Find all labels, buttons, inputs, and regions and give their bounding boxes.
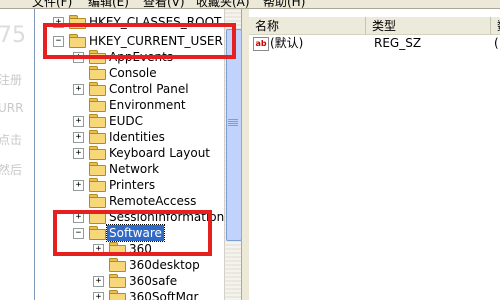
background-page: 75 注册 URR 点击 然后 xyxy=(0,9,34,300)
background-fragment: 75 xyxy=(0,23,26,48)
value-data[interactable]: ( xyxy=(494,35,499,51)
tree-node-label[interactable]: Keyboard Layout xyxy=(109,145,210,161)
tree-node-label[interactable]: EUDC xyxy=(109,113,143,129)
values-pane[interactable] xyxy=(249,9,500,300)
folder-icon xyxy=(89,98,106,112)
value-name[interactable]: (默认) xyxy=(270,35,303,51)
tree-node-label[interactable]: Network xyxy=(109,161,159,177)
expand-icon[interactable]: + xyxy=(73,132,84,143)
tree-node-label[interactable]: 360safe xyxy=(129,273,177,289)
tree-node-label[interactable]: Control Panel xyxy=(109,81,189,97)
value-type[interactable]: REG_SZ xyxy=(374,35,421,51)
expand-icon[interactable]: + xyxy=(73,84,84,95)
folder-icon xyxy=(89,130,106,144)
folder-icon xyxy=(109,258,126,272)
folder-icon xyxy=(89,146,106,160)
tree-node-label[interactable]: Printers xyxy=(109,177,155,193)
scrollbar-grip-icon xyxy=(228,119,238,127)
tree-node-label[interactable]: RemoteAccess xyxy=(109,193,196,209)
folder-icon xyxy=(89,114,106,128)
menu-file[interactable]: 文件(F) xyxy=(32,0,72,8)
expand-icon[interactable]: + xyxy=(73,116,84,127)
menu-edit[interactable]: 编辑(E) xyxy=(88,0,129,8)
folder-icon xyxy=(89,82,106,96)
tree-node-label[interactable]: Console xyxy=(109,65,157,81)
folder-icon xyxy=(89,162,106,176)
background-fragment: 注册 xyxy=(0,73,23,87)
column-header-type[interactable]: 类型 xyxy=(366,17,491,35)
menu-favorites[interactable]: 收藏夹(A) xyxy=(196,0,250,8)
tree-node-label[interactable]: 360SoftMgr xyxy=(129,289,199,300)
folder-icon xyxy=(109,274,126,288)
expand-icon[interactable]: + xyxy=(73,148,84,159)
string-value-icon: ab xyxy=(253,37,269,51)
background-fragment: URR xyxy=(0,101,24,115)
folder-icon xyxy=(89,66,106,80)
expand-icon[interactable]: + xyxy=(93,276,104,287)
tree-node-label[interactable]: Identities xyxy=(109,129,165,145)
tree-node-label[interactable]: 360desktop xyxy=(129,257,200,273)
menu-bar: 文件(F) 编辑(E) 查看(V) 收藏夹(A) 帮助(H) xyxy=(0,0,500,9)
menu-view[interactable]: 查看(V) xyxy=(143,0,185,8)
menu-help[interactable]: 帮助(H) xyxy=(263,0,305,8)
background-fragment: 点击 xyxy=(0,133,23,147)
annotation-box-software xyxy=(53,210,212,256)
folder-icon xyxy=(89,178,106,192)
column-header-data[interactable]: 数 xyxy=(491,17,500,35)
expand-icon[interactable]: + xyxy=(73,180,84,191)
tree-node-label[interactable]: Environment xyxy=(109,97,186,113)
column-header-name[interactable]: 名称 xyxy=(249,17,366,35)
folder-icon xyxy=(89,194,106,208)
folder-icon xyxy=(109,290,126,300)
annotation-box-hkcu xyxy=(43,23,236,59)
scrollbar-thumb[interactable] xyxy=(226,29,242,241)
expand-icon[interactable]: + xyxy=(93,292,104,300)
background-fragment: 然后 xyxy=(0,163,23,177)
